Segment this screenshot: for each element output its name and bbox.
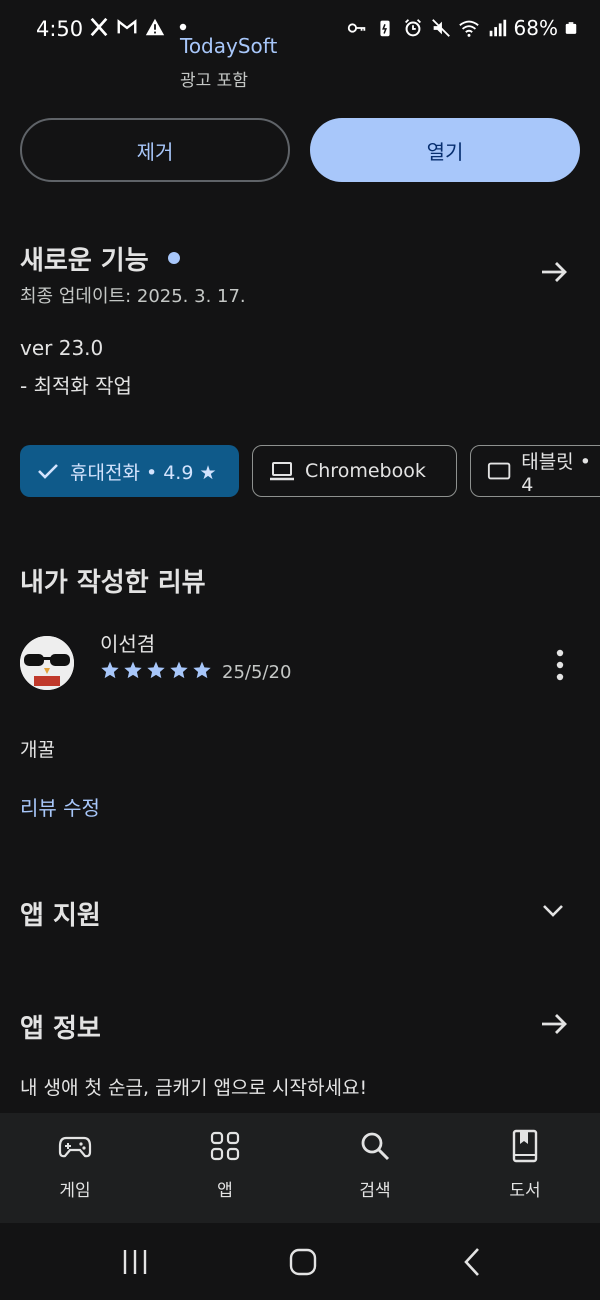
apps-grid-icon	[210, 1131, 240, 1161]
star-icon	[101, 661, 119, 679]
star-icon	[147, 661, 165, 679]
last-updated: 최종 업데이트: 2025. 3. 17.	[20, 286, 246, 307]
chip-tablet-label: 태블릿 • 4	[521, 450, 591, 496]
battery-saver-icon	[379, 20, 390, 37]
avatar	[20, 636, 74, 690]
more-vert-icon[interactable]	[552, 648, 568, 682]
new-indicator-dot	[168, 252, 180, 264]
nav-games[interactable]: 게임	[25, 1128, 125, 1201]
battery-percent: 68%	[513, 16, 558, 40]
search-icon	[361, 1132, 390, 1161]
signal-icon	[489, 19, 506, 37]
battery-icon	[565, 22, 577, 34]
nav-search[interactable]: 검색	[325, 1128, 425, 1201]
star-icon	[170, 661, 188, 679]
star-icon	[193, 661, 211, 679]
review-date: 25/5/20	[222, 662, 292, 683]
laptop-icon	[270, 462, 294, 481]
chip-tablet[interactable]: 태블릿 • 4	[470, 445, 600, 497]
status-left-icons	[88, 16, 194, 38]
whats-new-arrow-icon[interactable]	[538, 256, 570, 288]
star-icon	[124, 661, 142, 679]
tablet-icon	[487, 462, 511, 480]
check-icon	[38, 464, 58, 479]
wifi-icon	[458, 20, 479, 37]
back-icon[interactable]	[456, 1245, 490, 1279]
app-info-title[interactable]: 앱 정보	[20, 1008, 101, 1045]
warning-icon	[145, 18, 165, 36]
review-text: 개꿀	[20, 739, 55, 761]
chip-chromebook-label: Chromebook	[305, 460, 426, 482]
developer-link[interactable]: TodaySoft	[180, 34, 277, 58]
chip-phone[interactable]: 휴대전화 • 4.9 ★	[20, 445, 239, 497]
recents-icon[interactable]	[118, 1245, 152, 1279]
nav-apps[interactable]: 앱	[175, 1128, 275, 1201]
chip-chromebook[interactable]: Chromebook	[252, 445, 457, 497]
review-author: 이선겸	[100, 632, 156, 656]
status-time: 4:50	[36, 17, 84, 41]
release-notes: - 최적화 작업	[20, 374, 132, 398]
chevron-down-icon[interactable]	[540, 897, 566, 923]
review-rating	[100, 660, 212, 680]
gmail-icon	[117, 19, 137, 34]
app-description: 내 생애 첫 순금, 금캐기 앱으로 시작하세요!	[20, 1077, 368, 1099]
book-icon	[512, 1129, 538, 1163]
app-support-title[interactable]: 앱 지원	[20, 895, 101, 932]
nav-books[interactable]: 도서	[475, 1128, 575, 1201]
system-nav-bar	[0, 1223, 600, 1300]
open-button[interactable]: 열기	[310, 118, 580, 182]
nav-search-label: 검색	[359, 1181, 391, 1201]
alarm-icon	[404, 19, 421, 37]
status-bar: 4:50 68%	[0, 0, 600, 58]
my-review-title: 내가 작성한 리뷰	[20, 568, 206, 598]
version-text: ver 23.0	[20, 336, 104, 360]
nav-apps-label: 앱	[217, 1181, 233, 1201]
gamepad-icon	[58, 1136, 92, 1158]
x-icon	[90, 17, 108, 37]
ads-note: 광고 포함	[180, 71, 248, 91]
nav-games-label: 게임	[59, 1181, 91, 1201]
whats-new-title[interactable]: 새로운 기능	[20, 240, 149, 277]
key-icon	[347, 23, 365, 33]
remove-button[interactable]: 제거	[20, 118, 290, 182]
status-right-icons: 68%	[346, 16, 578, 40]
mute-icon	[431, 19, 450, 37]
nav-books-label: 도서	[509, 1181, 541, 1201]
edit-review-link[interactable]: 리뷰 수정	[20, 792, 100, 821]
app-info-arrow-icon[interactable]	[538, 1008, 570, 1040]
home-icon[interactable]	[286, 1245, 320, 1279]
chip-phone-label: 휴대전화 • 4.9 ★	[70, 461, 217, 484]
